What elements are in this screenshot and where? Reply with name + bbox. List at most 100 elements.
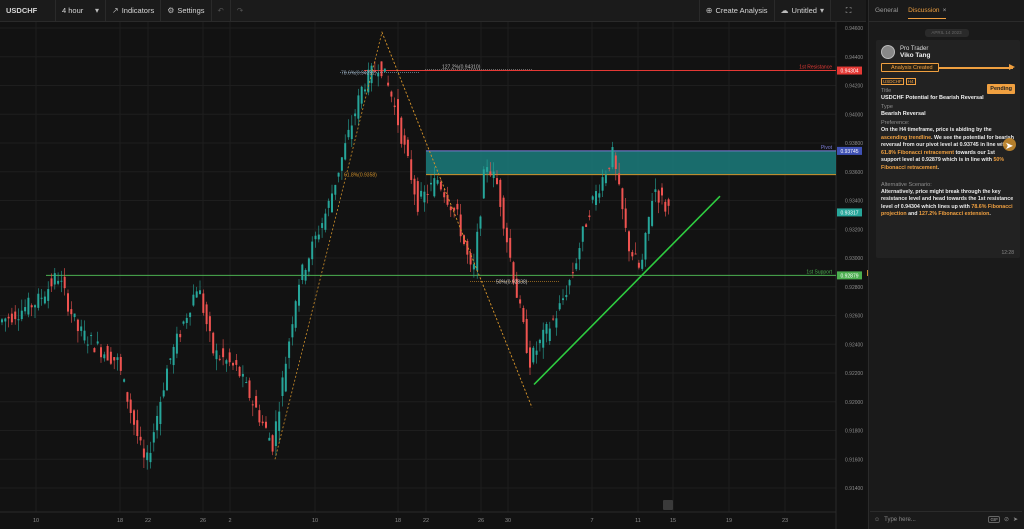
date-tick-label: 11 (635, 518, 641, 524)
candle-body (205, 304, 208, 325)
candle-body (152, 432, 155, 443)
create-analysis-label: Create Analysis (715, 6, 768, 15)
tab-general[interactable]: General (875, 3, 898, 18)
candle-body (159, 401, 162, 425)
price-tick-label: 0.93800 (845, 141, 863, 147)
candle-body (129, 399, 132, 414)
candle-body (281, 377, 284, 397)
price-tick-label: 0.94000 (845, 112, 863, 118)
indicators-button[interactable]: ↗ Indicators (106, 0, 162, 22)
candle-body (34, 305, 36, 308)
send-icon[interactable]: ➤ (1013, 516, 1018, 523)
candle-body (109, 351, 112, 364)
gif-button[interactable]: GIF (988, 516, 1000, 523)
candle-body (43, 296, 46, 304)
preference-text-4: . (937, 164, 940, 171)
candle-body (258, 410, 261, 423)
candle-body (420, 190, 423, 197)
candle-body (340, 157, 343, 171)
candle-body (406, 139, 409, 157)
candle-body (149, 452, 152, 463)
candle-body (14, 311, 17, 320)
attach-icon[interactable]: ⊘ (1004, 516, 1009, 523)
chart-toolbar: USDCHF 4 hour ▾ ↗ Indicators ⚙ Settings ↶ ↷… (0, 0, 866, 22)
candle-body (40, 297, 43, 299)
date-tick-label: 23 (782, 518, 788, 524)
fullscreen-button[interactable]: ⛶ (830, 0, 866, 22)
candle-body (225, 360, 228, 364)
candle-body (17, 319, 20, 321)
alt-text-3: . (989, 211, 991, 218)
candle-body (10, 313, 13, 323)
candle-body (7, 316, 10, 319)
settings-button[interactable]: ⚙ Settings (161, 0, 212, 22)
tab-discussion[interactable]: Discussion × (908, 3, 947, 19)
create-analysis-button[interactable]: ⊕ Create Analysis (698, 0, 774, 22)
candle-body (538, 339, 541, 344)
candle-body (387, 82, 390, 86)
candle-body (390, 91, 393, 97)
layout-selector[interactable]: ☁ Untitled ▾ (773, 0, 830, 22)
alt-text: Alternatively, price might break through… (881, 189, 1014, 219)
candle-body (548, 328, 551, 341)
candle-body (456, 203, 459, 210)
reply-input[interactable]: Type here... (884, 517, 984, 523)
candle-body (364, 89, 366, 92)
candle-body (542, 329, 545, 348)
candle-body (344, 143, 347, 160)
candle-body (80, 326, 83, 331)
candle-body (232, 363, 234, 366)
redo-button[interactable]: ↷ (231, 0, 249, 22)
candle-body (83, 330, 86, 341)
candle-body (304, 269, 307, 281)
avatar[interactable] (881, 45, 895, 59)
undo-button[interactable]: ↶ (212, 0, 231, 22)
candle-body (136, 420, 139, 436)
chart-canvas[interactable]: 0.94600 0.94400 0.94200 0.94000 0.93800 0.936… (0, 22, 866, 529)
preference-text-1: On the H4 timeframe, price is abiding by… (881, 127, 992, 133)
candle-body (555, 318, 558, 328)
candle-body (489, 171, 492, 176)
candle-body (222, 348, 225, 358)
fib-618-label: 61.8%(0.9358) (344, 173, 377, 179)
cloud-icon: ☁ (780, 6, 789, 15)
candle-body (413, 178, 416, 195)
candle-body (20, 310, 23, 320)
close-icon[interactable]: × (943, 7, 947, 14)
candle-body (208, 316, 211, 332)
candle-body (47, 289, 50, 301)
chevron-down-icon: ▾ (94, 6, 99, 15)
candle-body (274, 421, 277, 447)
candle-body (472, 264, 475, 270)
candle-body (644, 232, 647, 260)
candle-body (631, 252, 634, 257)
candle-body (433, 178, 436, 197)
indicators-label: Indicators (121, 6, 155, 15)
candle-body (657, 190, 660, 203)
candle-body (278, 411, 281, 431)
candle-body (215, 350, 218, 360)
candle-body (354, 113, 357, 117)
resistance-price-tag-text: 0.94304 (840, 69, 858, 75)
emoji-icon[interactable]: ☺ (874, 517, 880, 523)
price-tick-label: 0.91600 (845, 457, 863, 463)
candle-body (585, 224, 588, 227)
price-tick-label: 0.93000 (845, 256, 863, 262)
candle-body (651, 200, 654, 226)
candle-body (661, 187, 663, 196)
candle-body (552, 318, 555, 320)
status-banner: Analysis Created (881, 63, 1020, 72)
candle-body (383, 68, 386, 72)
candle-body (331, 193, 333, 213)
analysis-card: Pro Trader Viko Tang Analysis Created US… (876, 40, 1020, 258)
candle-body (667, 199, 670, 206)
price-tick-label: 0.92600 (845, 314, 863, 320)
candle-body (202, 293, 205, 313)
candle-body (505, 227, 508, 243)
symbol-selector[interactable]: USDCHF (0, 0, 56, 22)
candle-body (192, 294, 195, 306)
candle-body (397, 99, 399, 126)
interval-selector[interactable]: 4 hour ▾ (56, 0, 106, 22)
candle-body (179, 334, 182, 338)
price-chart[interactable]: 0.94600 0.94400 0.94200 0.94000 0.93800 0.936… (0, 22, 866, 529)
